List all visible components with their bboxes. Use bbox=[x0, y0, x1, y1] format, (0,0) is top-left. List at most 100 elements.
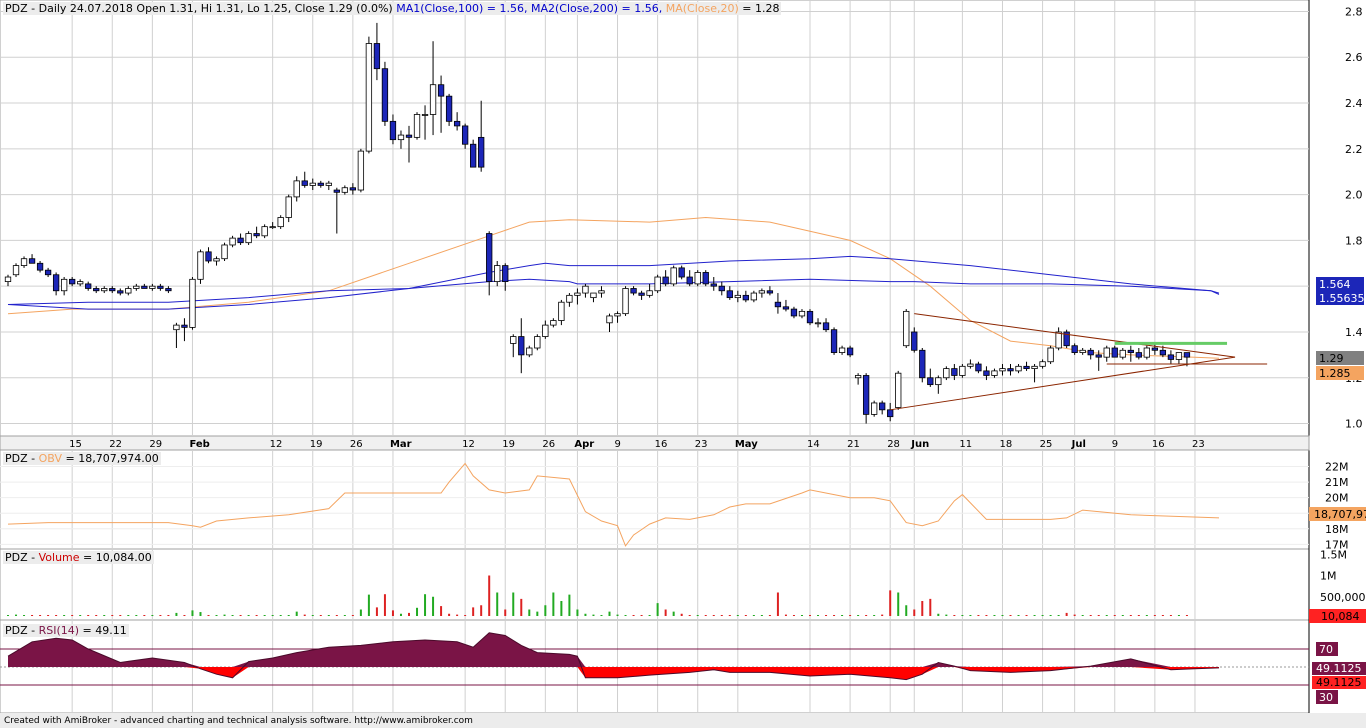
candle-body bbox=[349, 187, 357, 191]
price-tick-label: 2.0 bbox=[1345, 189, 1363, 202]
ma3-legend-value: = 1.28 bbox=[738, 2, 780, 15]
price-tick-label: 2.6 bbox=[1345, 51, 1363, 64]
candle-body bbox=[686, 276, 693, 285]
candle-body bbox=[830, 329, 838, 353]
obv-tick-label: 22M bbox=[1325, 461, 1349, 474]
candle-body bbox=[36, 262, 44, 271]
candle-body bbox=[486, 233, 493, 283]
rsi-pane-header: PDZ - RSI(14) = 49.11 bbox=[3, 624, 129, 637]
date-tick-label: 23 bbox=[1192, 439, 1205, 450]
candle-body bbox=[967, 363, 974, 367]
candle-body bbox=[871, 402, 878, 415]
date-tick-label: 9 bbox=[1112, 439, 1118, 450]
price-tag-label: 1.564 bbox=[1319, 278, 1351, 291]
candle-body bbox=[903, 310, 910, 347]
date-tick-label: Apr bbox=[574, 439, 594, 450]
ma2-legend: MA2(Close,200) = 1.56, bbox=[527, 2, 663, 15]
candle-body bbox=[173, 324, 180, 331]
candle-body bbox=[221, 244, 228, 260]
candle-body bbox=[453, 120, 461, 127]
candle-body bbox=[654, 276, 661, 292]
candle-body bbox=[277, 217, 284, 228]
date-tick-label: 26 bbox=[350, 439, 363, 450]
candle-body bbox=[181, 324, 188, 328]
candle-body bbox=[1079, 349, 1086, 353]
candle-body bbox=[317, 182, 324, 186]
date-tick-label: 21 bbox=[847, 439, 860, 450]
candle-body bbox=[927, 377, 934, 386]
volume-legend: Volume bbox=[38, 551, 80, 564]
candle-body bbox=[846, 347, 854, 356]
candle-body bbox=[429, 84, 437, 115]
candle-body bbox=[638, 292, 645, 296]
candle-body bbox=[1023, 365, 1030, 370]
candle-body bbox=[93, 288, 100, 292]
candle-body bbox=[28, 258, 36, 264]
candle-body bbox=[445, 95, 453, 122]
candle-body bbox=[887, 409, 894, 418]
candle-body bbox=[109, 288, 116, 292]
candle-body bbox=[1159, 349, 1167, 356]
candle-body bbox=[1127, 349, 1134, 353]
candle-body bbox=[245, 233, 252, 244]
candle-body bbox=[838, 347, 846, 353]
candle-body bbox=[935, 377, 942, 386]
candle-body bbox=[1135, 352, 1142, 358]
candle-body bbox=[405, 134, 413, 138]
candle-body bbox=[710, 283, 717, 287]
date-tick-label: 12 bbox=[462, 439, 475, 450]
date-tick-label: 23 bbox=[695, 439, 708, 450]
candle-body bbox=[558, 301, 565, 321]
credit-line: Created with AmiBroker - advanced charti… bbox=[4, 716, 473, 726]
obv-tick-label: 21M bbox=[1325, 476, 1349, 489]
candle-body bbox=[293, 180, 300, 198]
candle-body bbox=[1143, 347, 1150, 358]
candle-body bbox=[782, 306, 790, 310]
candle-body bbox=[726, 290, 733, 299]
volume-prefix: PDZ - bbox=[5, 551, 39, 564]
candle-body bbox=[461, 125, 469, 145]
candle-body bbox=[1047, 347, 1054, 363]
candle-body bbox=[1007, 368, 1014, 372]
candle-body bbox=[702, 272, 709, 285]
candle-body bbox=[478, 136, 485, 168]
candle-body bbox=[526, 347, 533, 356]
candle-body bbox=[205, 251, 212, 262]
candle-body bbox=[854, 375, 862, 379]
candle-body bbox=[44, 269, 52, 276]
candle-body bbox=[237, 237, 244, 244]
candle-body bbox=[750, 292, 758, 301]
candle-body bbox=[598, 290, 605, 294]
candle-body bbox=[806, 310, 814, 324]
candle-body bbox=[101, 288, 108, 292]
candle-body bbox=[951, 368, 958, 376]
candle-body bbox=[1087, 349, 1094, 356]
date-tick-label: 16 bbox=[655, 439, 668, 450]
candle-body bbox=[470, 143, 477, 168]
candle-body bbox=[12, 265, 20, 276]
obv-pane-header: PDZ - OBV = 18,707,974.00 bbox=[3, 452, 161, 465]
date-tick-label: 26 bbox=[542, 439, 555, 450]
candle-body bbox=[862, 375, 870, 415]
date-tick-label: 18 bbox=[999, 439, 1012, 450]
ma3-legend: MA(Close,20) bbox=[662, 2, 739, 15]
candle-body bbox=[766, 290, 774, 294]
candle-body bbox=[189, 278, 196, 328]
candle-body bbox=[397, 134, 405, 141]
candle-body bbox=[718, 285, 725, 292]
price-tick-label: 2.8 bbox=[1345, 5, 1363, 18]
candle-body bbox=[814, 322, 822, 325]
candle-body bbox=[157, 285, 164, 289]
candle-body bbox=[822, 322, 830, 331]
candle-body bbox=[133, 285, 140, 289]
candle-body bbox=[1055, 331, 1062, 349]
candle-body bbox=[694, 272, 701, 285]
candle-body bbox=[734, 294, 741, 299]
candle-body bbox=[582, 285, 589, 294]
candle-body bbox=[301, 180, 308, 186]
candle-body bbox=[798, 310, 806, 317]
candle-body bbox=[534, 336, 541, 349]
candle-body bbox=[389, 120, 397, 141]
candle-body bbox=[959, 365, 966, 376]
candle-body bbox=[381, 68, 389, 122]
